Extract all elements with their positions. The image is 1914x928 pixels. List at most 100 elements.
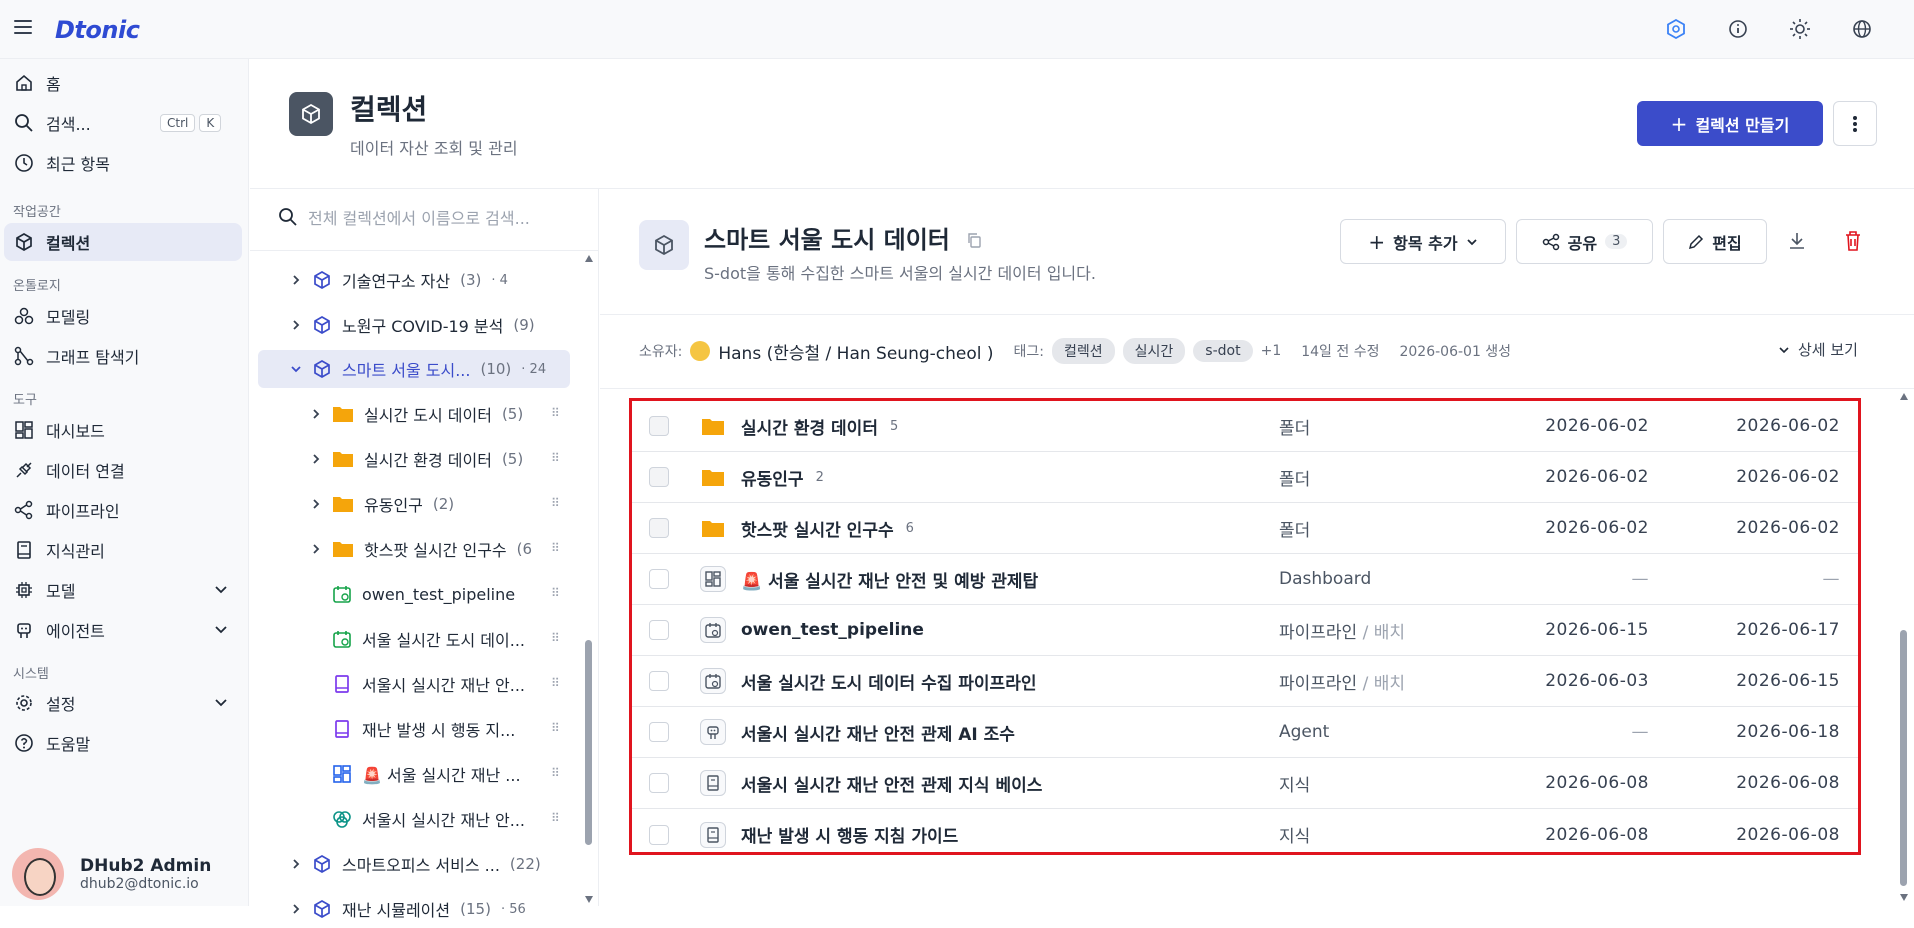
drag-handle-icon[interactable]: ⠿ — [551, 811, 560, 825]
tree-search-input[interactable]: 전체 컬렉션에서 이름으로 검색... — [278, 205, 530, 229]
theme-toggle-icon[interactable] — [1788, 17, 1812, 41]
tree-label: 재난 발생 시 행동 지... — [362, 721, 516, 740]
tree-collection-selected[interactable]: 스마트 서울 도시... (10) · 24 — [258, 350, 570, 388]
tree-collection[interactable]: 노원구 COVID-19 분석 (9) — [290, 306, 535, 344]
row-name[interactable]: 서울 실시간 도시 데이터 수집 파이프라인 — [741, 669, 1036, 694]
tree-folder[interactable]: 실시간 환경 데이터 (5) — [310, 440, 523, 478]
sidebar-item-help[interactable]: 도움말 — [4, 724, 242, 762]
scroll-down-icon[interactable] — [1899, 892, 1909, 902]
copy-icon[interactable] — [966, 232, 982, 248]
sidebar-item-data-connect[interactable]: 데이터 연결 — [4, 451, 242, 489]
sidebar-item-graph[interactable]: 그래프 탐색기 — [4, 337, 242, 375]
sidebar-item-pipeline[interactable]: 파이프라인 — [4, 491, 242, 529]
download-icon[interactable] — [1786, 230, 1808, 256]
drag-handle-icon[interactable]: ⠿ — [551, 586, 560, 600]
scroll-down-icon[interactable] — [584, 894, 594, 904]
drag-handle-icon[interactable]: ⠿ — [551, 406, 560, 420]
row-checkbox[interactable] — [649, 773, 669, 793]
tags-more[interactable]: +1 — [1261, 343, 1282, 359]
table-row[interactable]: owen_test_pipeline 파이프라인 / 배치 2026-06-15 20… — [632, 605, 1858, 656]
table-row[interactable]: 🚨 서울 실시간 재난 안전 및 예방 관제탑 Dashboard — — — [632, 554, 1858, 605]
table-row[interactable]: 핫스팟 실시간 인구수 6 폴더 2026-06-02 2026-06-02 — [632, 503, 1858, 554]
row-checkbox[interactable] — [649, 620, 669, 640]
edit-button[interactable]: 편집 — [1663, 219, 1767, 264]
sidebar-item-search[interactable]: 검색... Ctrl K — [4, 104, 242, 142]
table-row[interactable]: 서울 실시간 도시 데이터 수집 파이프라인 파이프라인 / 배치 2026-06-… — [632, 656, 1858, 707]
tree-collection[interactable]: 스마트오피스 서비스 ... (22) — [290, 845, 541, 883]
tree-scrollbar[interactable] — [585, 640, 592, 845]
tree-pipeline[interactable]: owen_test_pipeline — [310, 575, 515, 613]
tree-knowledge[interactable]: 서울시 실시간 재난 안... — [310, 665, 525, 703]
tag[interactable]: 실시간 — [1122, 338, 1186, 364]
row-date-created: 2026-06-02 — [1545, 416, 1649, 436]
row-name[interactable]: 🚨 서울 실시간 재난 안전 및 예방 관제탑 — [741, 567, 1038, 592]
row-checkbox[interactable] — [649, 467, 669, 487]
row-checkbox[interactable] — [649, 569, 669, 589]
drag-handle-icon[interactable]: ⠿ — [551, 676, 560, 690]
drag-handle-icon[interactable]: ⠿ — [551, 496, 560, 510]
sidebar-item-dashboard[interactable]: 대시보드 — [4, 411, 242, 449]
row-name[interactable]: 서울시 실시간 재난 안전 관제 지식 베이스 — [741, 771, 1042, 796]
user-profile[interactable]: DHub2 Admin dhub2@dtonic.io — [12, 848, 211, 900]
sidebar-item-home[interactable]: 홈 — [4, 64, 242, 102]
scroll-up-icon[interactable] — [584, 254, 594, 264]
tree-folder[interactable]: 실시간 도시 데이터 (5) — [310, 395, 523, 433]
sidebar-item-model[interactable]: 모델 — [4, 571, 242, 609]
tree-folder[interactable]: 유동인구 (2) — [310, 485, 454, 523]
tree-dashboard[interactable]: 🚨 서울 실시간 재난 ... — [310, 755, 521, 793]
tree-pipeline[interactable]: 서울 실시간 도시 데이... — [310, 620, 525, 658]
tree-collection[interactable]: 기술연구소 자산 (3) · 4 — [290, 261, 508, 299]
row-checkbox[interactable] — [649, 518, 669, 538]
row-type: 파이프라인 / 배치 — [1279, 622, 1406, 643]
tree-count: (9) — [513, 316, 535, 334]
sidebar-item-recent[interactable]: 최근 항목 — [4, 144, 242, 182]
share-button[interactable]: 공유 3 — [1516, 219, 1653, 264]
detail-toggle[interactable]: 상세 보기 — [1778, 339, 1858, 360]
table-row[interactable]: 실시간 환경 데이터 5 폴더 2026-06-02 2026-06-02 — [632, 401, 1858, 452]
drag-handle-icon[interactable]: ⠿ — [551, 451, 560, 465]
sidebar-item-modeling[interactable]: 모델링 — [4, 297, 242, 335]
drag-handle-icon[interactable]: ⠿ — [551, 721, 560, 735]
tag[interactable]: s-dot — [1193, 340, 1253, 362]
row-checkbox[interactable] — [649, 671, 669, 691]
tree-knowledge[interactable]: 재난 발생 시 행동 지... — [310, 710, 515, 748]
sidebar-item-settings[interactable]: 설정 — [4, 684, 242, 722]
search-icon — [15, 114, 33, 132]
drag-handle-icon[interactable]: ⠿ — [551, 766, 560, 780]
tag[interactable]: 컬렉션 — [1052, 338, 1115, 364]
row-name[interactable]: owen_test_pipeline — [741, 620, 924, 640]
app-logo[interactable]: Dtonic — [55, 16, 140, 44]
row-name[interactable]: 실시간 환경 데이터 5 — [741, 414, 898, 439]
tree-agent[interactable]: 서울시 실시간 재난 안... — [310, 800, 525, 838]
sidebar-item-knowledge[interactable]: 지식관리 — [4, 531, 242, 569]
owner-name[interactable]: Hans (한승철 / Han Seung-cheol ) — [718, 339, 993, 364]
row-name[interactable]: 핫스팟 실시간 인구수 6 — [741, 516, 914, 541]
tree-folder[interactable]: 핫스팟 실시간 인구수 (6 — [310, 530, 532, 568]
more-options-button[interactable] — [1833, 101, 1877, 146]
row-checkbox[interactable] — [649, 416, 669, 436]
table-row[interactable]: 서울시 실시간 재난 안전 관제 지식 베이스 지식 2026-06-08 2026-… — [632, 758, 1858, 809]
main-scrollbar[interactable] — [1900, 630, 1907, 886]
info-icon[interactable] — [1726, 17, 1750, 41]
row-checkbox[interactable] — [649, 824, 669, 845]
drag-handle-icon[interactable]: ⠿ — [551, 541, 560, 555]
row-checkbox[interactable] — [649, 722, 669, 742]
table-row[interactable]: 재난 발생 시 행동 지침 가이드 지식 2026-06-08 2026-06-08 — [632, 809, 1858, 860]
drag-handle-icon[interactable]: ⠿ — [551, 631, 560, 645]
sidebar-item-agent[interactable]: 에이전트 — [4, 611, 242, 649]
search-icon — [279, 208, 297, 226]
globe-icon[interactable] — [1850, 17, 1874, 41]
sidebar-item-collections[interactable]: 컬렉션 — [4, 223, 242, 261]
tree-collection[interactable]: 재난 시뮬레이션 (15) · 56 — [290, 890, 526, 928]
table-row[interactable]: 유동인구 2 폴더 2026-06-02 2026-06-02 — [632, 452, 1858, 503]
scroll-up-icon[interactable] — [1899, 392, 1909, 402]
row-name[interactable]: 재난 발생 시 행동 지침 가이드 — [741, 822, 958, 847]
row-name[interactable]: 유동인구 2 — [741, 465, 824, 490]
table-row[interactable]: 서울시 실시간 재난 안전 관제 AI 조수 Agent — 2026-06-18 — [632, 707, 1858, 758]
delete-icon[interactable] — [1843, 230, 1863, 256]
row-name[interactable]: 서울시 실시간 재난 안전 관제 AI 조수 — [741, 720, 1015, 745]
ai-icon[interactable] — [1664, 17, 1688, 41]
menu-icon[interactable] — [14, 20, 32, 34]
add-item-button[interactable]: + 항목 추가 — [1340, 219, 1506, 264]
create-collection-button[interactable]: + 컬렉션 만들기 — [1637, 101, 1823, 146]
